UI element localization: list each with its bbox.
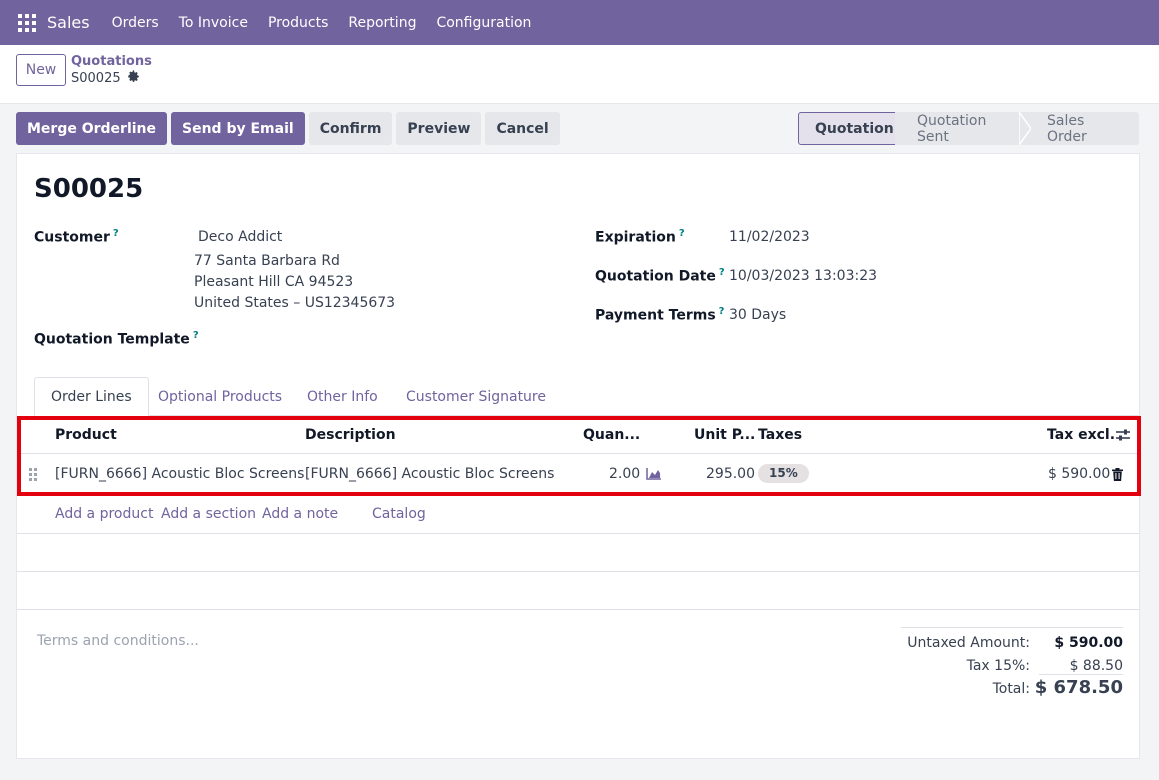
preview-button[interactable]: Preview	[396, 112, 482, 145]
empty-row	[17, 572, 1139, 610]
terms-and-conditions-input[interactable]: Terms and conditions...	[37, 633, 199, 649]
customer-label: Customer?	[34, 228, 119, 246]
notebook-tabs: Order Lines Optional Products Other Info…	[34, 377, 1140, 416]
customer-address-line: Pleasant Hill CA 94523	[194, 274, 354, 290]
breadcrumb-current: S00025	[71, 70, 140, 87]
untaxed-amount-value: $ 590.00	[1054, 635, 1123, 651]
app-brand[interactable]: Sales	[47, 13, 90, 32]
total-label: Total:	[992, 681, 1030, 697]
catalog-link[interactable]: Catalog	[372, 494, 426, 534]
gear-icon[interactable]	[127, 70, 140, 87]
expiration-label-text: Expiration	[595, 229, 676, 246]
totals-summary: Untaxed Amount: $ 590.00 Tax 15%: $ 88.5…	[901, 627, 1123, 704]
nav-reporting[interactable]: Reporting	[338, 15, 426, 31]
new-button[interactable]: New	[16, 54, 66, 86]
help-icon[interactable]: ?	[679, 228, 685, 239]
add-product-link[interactable]: Add a product	[55, 494, 153, 534]
customer-address-line: 77 Santa Barbara Rd	[194, 253, 340, 269]
tab-customer-signature[interactable]: Customer Signature	[406, 377, 546, 416]
total-row: Total: $ 678.50	[901, 674, 1123, 704]
control-panel: New Quotations S00025	[0, 45, 1159, 104]
customer-label-text: Customer	[34, 229, 110, 246]
add-section-link[interactable]: Add a section	[161, 494, 256, 534]
payment-terms-label: Payment Terms?	[595, 306, 724, 324]
nav-orders[interactable]: Orders	[102, 15, 169, 31]
help-icon[interactable]: ?	[193, 330, 199, 341]
help-icon[interactable]: ?	[719, 306, 725, 317]
nav-products[interactable]: Products	[258, 15, 338, 31]
form-sheet: S00025 Customer? Deco Addict 77 Santa Ba…	[16, 153, 1141, 759]
top-navbar: Sales Orders To Invoice Products Reporti…	[0, 0, 1159, 45]
quotation-template-label: Quotation Template?	[34, 330, 199, 348]
nav-to-invoice[interactable]: To Invoice	[169, 15, 258, 31]
customer-field[interactable]: Deco Addict	[198, 229, 282, 245]
quotation-date-label-text: Quotation Date	[595, 268, 716, 285]
merge-orderline-button[interactable]: Merge Orderline	[16, 112, 168, 145]
help-icon[interactable]: ?	[113, 228, 119, 239]
action-bar: Merge Orderline Send by Email Confirm Pr…	[16, 112, 564, 145]
stage-quotation-sent[interactable]: Quotation Sent	[895, 112, 1025, 145]
expiration-label: Expiration?	[595, 228, 685, 246]
send-by-email-button[interactable]: Send by Email	[171, 112, 305, 145]
quotation-template-label-text: Quotation Template	[34, 331, 190, 348]
confirm-button[interactable]: Confirm	[308, 112, 393, 145]
customer-address-line: United States – US12345673	[194, 295, 396, 311]
tab-optional-products[interactable]: Optional Products	[158, 377, 282, 416]
add-line-row: Add a product Add a section Add a note C…	[17, 494, 1139, 534]
expiration-field[interactable]: 11/02/2023	[729, 229, 810, 245]
tab-other-info[interactable]: Other Info	[307, 377, 378, 416]
stage-quotation[interactable]: Quotation	[798, 112, 896, 145]
record-name-label: S00025	[71, 71, 121, 86]
empty-row	[17, 534, 1139, 572]
stage-sales-order[interactable]: Sales Order	[1025, 112, 1139, 145]
stage-arrow-icon	[1019, 112, 1031, 145]
highlight-box	[17, 416, 1141, 496]
untaxed-amount-label: Untaxed Amount:	[907, 635, 1030, 651]
untaxed-amount-row: Untaxed Amount: $ 590.00	[901, 628, 1123, 651]
total-value: $ 678.50	[1034, 677, 1123, 698]
status-bar: Quotation Quotation Sent Sales Order	[798, 112, 1139, 145]
quotation-date-label: Quotation Date?	[595, 267, 725, 285]
tab-order-lines[interactable]: Order Lines	[34, 377, 149, 416]
quotation-date-field[interactable]: 10/03/2023 13:03:23	[729, 268, 877, 284]
breadcrumb-quotations[interactable]: Quotations	[71, 54, 152, 69]
apps-menu-icon[interactable]	[18, 13, 36, 32]
nav-configuration[interactable]: Configuration	[426, 15, 541, 31]
help-icon[interactable]: ?	[719, 267, 725, 278]
tax-value: $ 88.50	[1069, 658, 1123, 674]
add-note-link[interactable]: Add a note	[262, 494, 338, 534]
payment-terms-label-text: Payment Terms	[595, 307, 716, 324]
tax-label: Tax 15%:	[966, 658, 1030, 674]
record-title: S00025	[34, 174, 144, 204]
cancel-button[interactable]: Cancel	[485, 112, 560, 145]
payment-terms-field[interactable]: 30 Days	[729, 307, 786, 323]
tax-row: Tax 15%: $ 88.50	[901, 651, 1123, 674]
